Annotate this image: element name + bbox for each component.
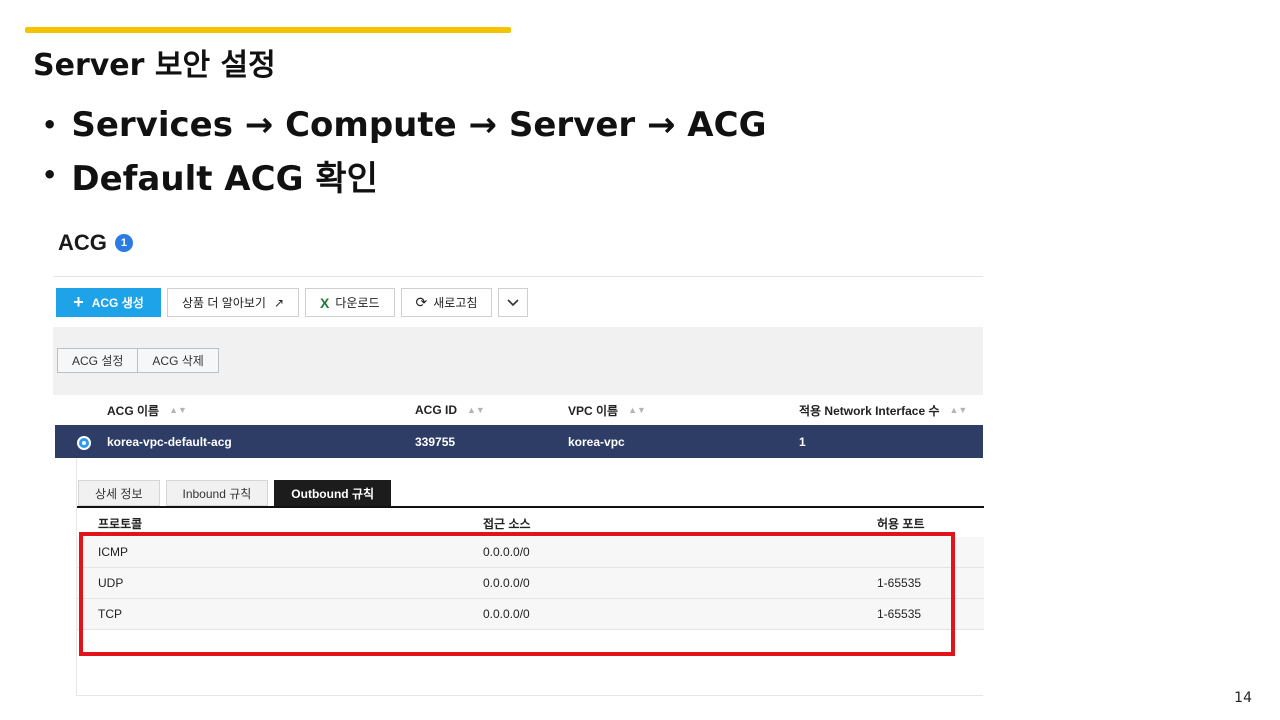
highlight-box [79,532,955,656]
radio-selected-icon[interactable] [77,436,91,450]
sort-icon: ▲▼ [628,405,646,415]
cell-ni-count: 1 [799,434,806,449]
page-number: 14 [1234,690,1252,706]
cell-vpc-name: korea-vpc [568,434,625,449]
bullet-dot-icon: • [42,161,58,189]
column-label: 적용 Network Interface 수 [799,403,940,418]
action-panel: ACG 설정 ACG 삭제 [53,327,983,395]
learn-more-button[interactable]: 상품 더 알아보기 ↗ [167,288,300,317]
tab-inbound-rules[interactable]: Inbound 규칙 [165,480,269,506]
slide-title: Server 보안 설정 [33,48,276,83]
bullet-item: • Services → Compute → Server → ACG [42,100,766,150]
refresh-icon: ⟳ [415,294,428,310]
console-header: ACG 1 [58,230,133,256]
plus-icon: + [73,292,84,312]
table-row-selected[interactable]: korea-vpc-default-acg 339755 korea-vpc 1 [55,425,983,458]
sort-icon: ▲▼ [467,405,485,415]
refresh-label: 새로고침 [433,296,478,310]
column-header-ni-count[interactable]: 적용 Network Interface 수 ▲▼ [799,402,967,419]
tab-details[interactable]: 상세 정보 [78,480,160,506]
more-dropdown-button[interactable] [498,288,529,317]
cell-acg-name: korea-vpc-default-acg [107,434,232,449]
column-label: ACG ID [415,403,457,417]
toolbar: + ACG 생성 상품 더 알아보기 ↗ X 다운로드 ⟳ 새로고침 [56,288,529,317]
acg-delete-button[interactable]: ACG 삭제 [138,348,219,373]
bullet-text: Default ACG 확인 [71,158,378,199]
tab-outbound-rules[interactable]: Outbound 규칙 [274,480,392,506]
excel-icon: X [320,294,330,311]
column-label: VPC 이름 [568,403,619,418]
acg-settings-button[interactable]: ACG 설정 [57,348,139,373]
column-header-vpc-name[interactable]: VPC 이름 ▲▼ [568,402,646,419]
tab-divider [77,506,984,508]
detail-tabs: 상세 정보 Inbound 규칙 Outbound 규칙 [78,480,392,506]
divider [53,276,983,277]
external-link-icon: ↗ [273,295,285,310]
learn-more-label: 상품 더 알아보기 [182,296,266,310]
download-label: 다운로드 [335,296,380,310]
create-acg-label: ACG 생성 [91,296,144,310]
column-label: ACG 이름 [107,403,160,418]
bullet-list: • Services → Compute → Server → ACG • De… [42,100,766,200]
console-title: ACG [58,230,107,255]
sort-icon: ▲▼ [169,405,187,415]
cell-acg-id: 339755 [415,434,456,449]
accent-bar [25,27,511,33]
column-header-acg-id[interactable]: ACG ID ▲▼ [415,403,485,417]
sort-icon: ▲▼ [949,405,968,415]
download-button[interactable]: X 다운로드 [305,288,395,317]
bullet-item: • Default ACG 확인 [42,150,766,200]
acg-action-group: ACG 설정 ACG 삭제 [57,348,219,373]
column-header-acg-name[interactable]: ACG 이름 ▲▼ [107,402,187,419]
acg-table-header: ACG 이름 ▲▼ ACG ID ▲▼ VPC 이름 ▲▼ 적용 Network… [53,395,983,425]
create-acg-button[interactable]: + ACG 생성 [56,288,161,317]
bullet-dot-icon: • [42,111,58,139]
chevron-down-icon [507,298,520,306]
bullet-text: Services → Compute → Server → ACG [71,105,767,145]
count-badge: 1 [114,234,133,252]
refresh-button[interactable]: ⟳ 새로고침 [400,288,493,317]
